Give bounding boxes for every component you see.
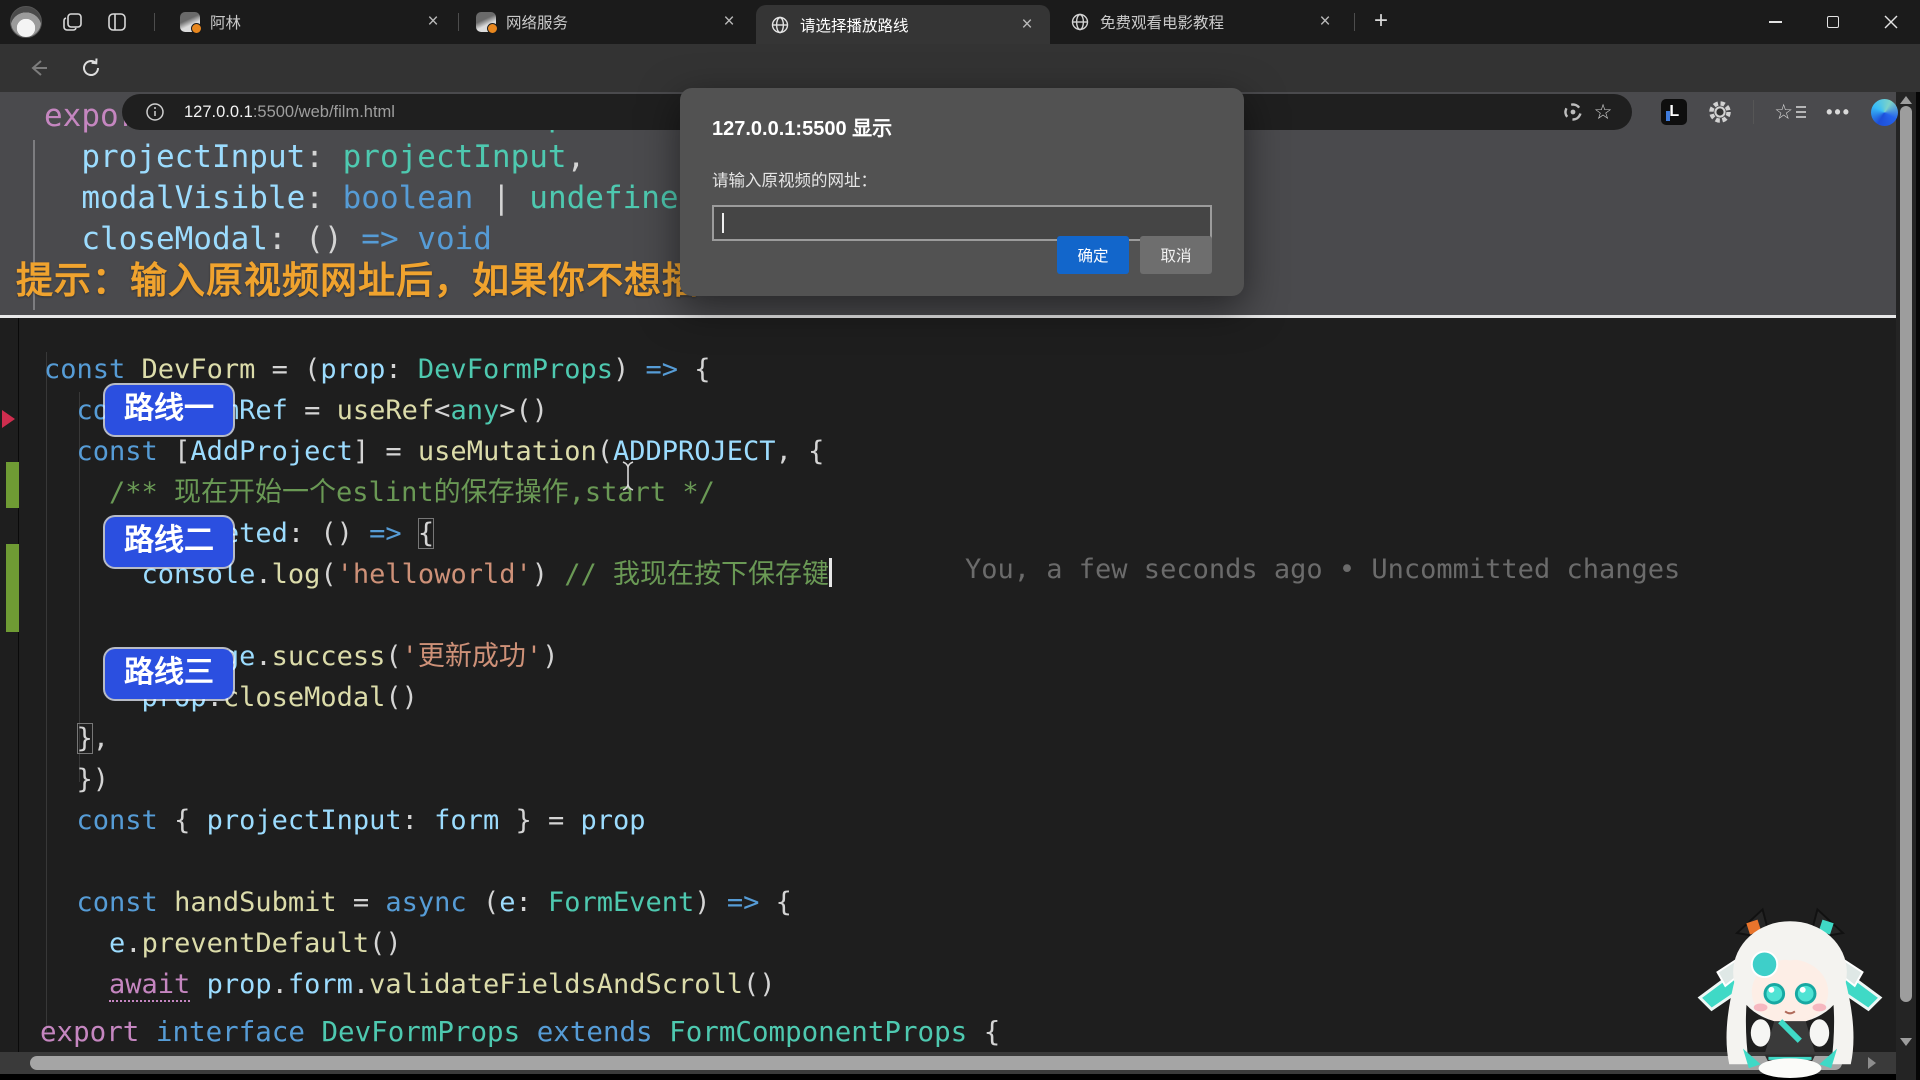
dialog-title: 127.0.0.1:5500 显示 bbox=[712, 112, 1212, 141]
browser-tab-bar: 阿林 × 网络服务 × 请选择播放路线 × 免费观看电影教程 × + bbox=[0, 0, 1920, 44]
mascot-character bbox=[1692, 882, 1888, 1078]
git-added-marker bbox=[6, 544, 19, 632]
tab-choose-route-active[interactable]: 请选择播放路线 × bbox=[756, 5, 1050, 44]
tab-actions-icon[interactable] bbox=[104, 9, 130, 35]
tab-close-icon[interactable]: × bbox=[420, 9, 446, 35]
cancel-button[interactable]: 取消 bbox=[1140, 236, 1212, 274]
git-marker-icon bbox=[2, 410, 15, 428]
minimize-button[interactable] bbox=[1746, 0, 1804, 44]
text-cursor-icon bbox=[620, 460, 636, 492]
vertical-scrollbar[interactable] bbox=[1896, 92, 1916, 1080]
route-badge-1[interactable]: 路线一 bbox=[105, 385, 233, 435]
horizontal-scrollbar-thumb[interactable] bbox=[30, 1056, 1842, 1070]
tab-title: 免费观看电影教程 bbox=[1100, 11, 1306, 33]
url-host: 127.0.0.1 bbox=[184, 103, 253, 121]
tab-close-icon[interactable]: × bbox=[1312, 9, 1338, 35]
js-prompt-dialog: 127.0.0.1:5500 显示 请输入原视频的网址： 确定 取消 bbox=[680, 88, 1244, 296]
dog-favicon bbox=[180, 12, 200, 32]
extension-l-icon[interactable]: L bbox=[1661, 99, 1687, 125]
tip-banner: 提示：输入原视频网址后，如果你不想播 bbox=[16, 250, 700, 304]
tab-title: 阿林 bbox=[210, 11, 414, 33]
tab-close-icon[interactable]: × bbox=[1014, 12, 1040, 38]
right-edge bbox=[1916, 92, 1920, 1080]
site-info-icon[interactable] bbox=[140, 98, 170, 126]
browser-toolbar: 127.0.0.1:5500/web/film.html ☆ L ☆ ••• bbox=[0, 44, 1920, 92]
maximize-button[interactable] bbox=[1804, 0, 1862, 44]
tab-groups-icon[interactable] bbox=[60, 9, 86, 35]
code-block-bottom: export interface DevFormProps extends Fo… bbox=[40, 1012, 1000, 1053]
git-added-marker bbox=[6, 462, 19, 508]
settings-more-icon[interactable]: ••• bbox=[1826, 102, 1851, 123]
window-controls bbox=[1746, 0, 1920, 44]
bottom-edge bbox=[0, 1074, 1920, 1080]
vertical-scrollbar-thumb[interactable] bbox=[1900, 106, 1912, 1002]
new-tab-button[interactable]: + bbox=[1364, 6, 1398, 38]
horizontal-scrollbar[interactable] bbox=[0, 1052, 1896, 1074]
extension-gear-icon[interactable] bbox=[1707, 99, 1733, 125]
input-caret bbox=[722, 213, 724, 233]
route-badge-3[interactable]: 路线三 bbox=[105, 649, 233, 699]
favorites-list-icon[interactable]: ☆ bbox=[1774, 100, 1806, 124]
ok-button[interactable]: 确定 bbox=[1057, 236, 1129, 274]
git-blame-annotation: You, a few seconds ago • Uncommitted cha… bbox=[965, 554, 1680, 585]
globe-icon bbox=[770, 15, 790, 35]
tab-title: 请选择播放路线 bbox=[800, 14, 1008, 36]
reload-icon[interactable] bbox=[76, 54, 106, 82]
route-badge-2[interactable]: 路线二 bbox=[105, 517, 233, 567]
scroll-down-arrow-icon[interactable] bbox=[1900, 1038, 1912, 1046]
tab-close-icon[interactable]: × bbox=[716, 9, 742, 35]
tab-alin[interactable]: 阿林 × bbox=[166, 0, 456, 44]
tab-title: 网络服务 bbox=[506, 11, 710, 33]
tab-network-service[interactable]: 网络服务 × bbox=[462, 0, 752, 44]
tab-separator bbox=[458, 13, 459, 31]
dog-favicon bbox=[476, 12, 496, 32]
editor-gutter-border bbox=[18, 318, 19, 1080]
favorite-star-icon[interactable]: ☆ bbox=[1588, 98, 1618, 126]
tab-free-movies[interactable]: 免费观看电影教程 × bbox=[1056, 0, 1348, 44]
back-icon[interactable] bbox=[24, 54, 54, 82]
url-path: :5500/web/film.html bbox=[253, 103, 395, 121]
globe-icon bbox=[1070, 12, 1090, 32]
tab-separator bbox=[154, 13, 155, 31]
split-screen-icon[interactable] bbox=[1558, 98, 1588, 126]
tab-separator bbox=[1354, 13, 1355, 31]
profile-avatar[interactable] bbox=[10, 6, 42, 38]
toolbar-divider bbox=[1753, 100, 1754, 124]
copilot-icon[interactable] bbox=[1871, 99, 1898, 126]
dialog-message: 请输入原视频的网址： bbox=[712, 167, 1212, 191]
close-window-button[interactable] bbox=[1862, 0, 1920, 44]
scroll-up-arrow-icon[interactable] bbox=[1900, 96, 1912, 104]
